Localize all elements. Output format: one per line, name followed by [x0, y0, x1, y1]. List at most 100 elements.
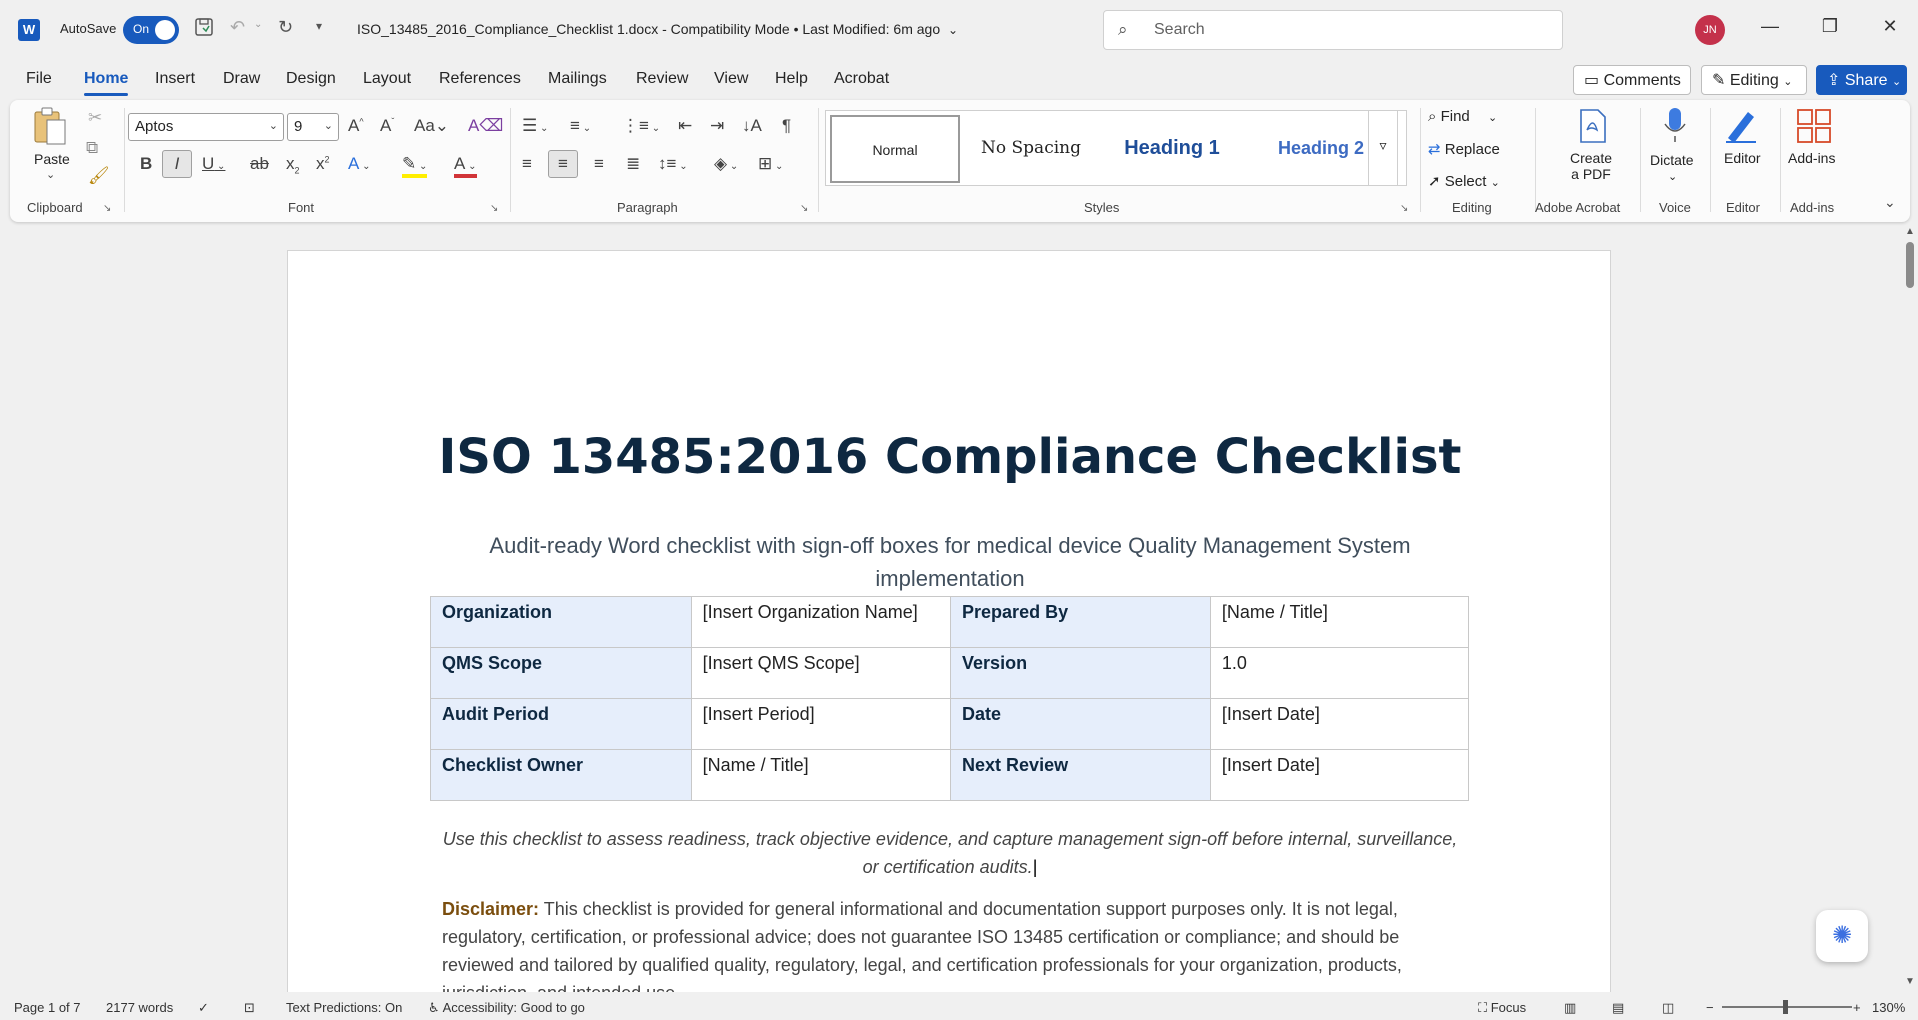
print-layout-icon[interactable]: ▤ [1612, 1000, 1624, 1016]
change-case-icon[interactable]: Aa⌄ [414, 116, 449, 136]
text-effects-icon[interactable]: A ⌄ [348, 154, 371, 174]
bold-icon[interactable]: B [140, 154, 152, 174]
font-name-box[interactable]: Aptos ⌄ [128, 113, 284, 141]
tab-view[interactable]: View [714, 70, 748, 88]
accessibility-status[interactable]: ♿ Accessibility: Good to go [428, 1000, 585, 1016]
tab-home[interactable]: Home [84, 70, 129, 96]
cut-icon[interactable]: ✂ [88, 108, 102, 128]
font-size-box[interactable]: 9 ⌄ [287, 113, 339, 141]
web-layout-icon[interactable]: ◫ [1662, 1000, 1674, 1016]
font-color-icon[interactable]: A ⌄ [454, 154, 477, 178]
create-pdf-icon[interactable] [1578, 108, 1608, 149]
add-ins-label[interactable]: Add-ins [1788, 150, 1835, 166]
tab-review[interactable]: Review [636, 70, 688, 88]
table-value-cell[interactable]: [Insert Date] [1209, 698, 1470, 750]
editor-label[interactable]: Editor [1724, 150, 1761, 166]
borders-icon[interactable]: ⊞ ⌄ [758, 154, 783, 174]
dialog-launcher-icon[interactable]: ↘ [490, 203, 498, 214]
minimize-icon[interactable]: — [1755, 16, 1785, 37]
table-value-cell[interactable]: [Name / Title] [690, 749, 952, 801]
style-no-spacing[interactable]: No Spacing [966, 115, 1096, 183]
multilevel-list-icon[interactable]: ⋮≡ ⌄ [622, 116, 660, 136]
italic-icon[interactable]: I [162, 150, 192, 178]
add-ins-icon[interactable] [1796, 108, 1832, 149]
dictate-label[interactable]: Dictate [1650, 152, 1694, 168]
grow-font-icon[interactable]: A^ [348, 116, 364, 136]
table-value-cell[interactable]: [Insert Period] [690, 698, 952, 750]
style-heading-1[interactable]: Heading 1 [1102, 115, 1242, 183]
shrink-font-icon[interactable]: Aˇ [380, 116, 394, 136]
close-icon[interactable]: ✕ [1875, 16, 1905, 37]
dialog-launcher-icon[interactable]: ↘ [1400, 203, 1408, 214]
document-canvas[interactable]: ISO 13485:2016 Compliance Checklist Audi… [0, 226, 1900, 992]
zoom-level[interactable]: 130% [1872, 1000, 1905, 1015]
proofing-icon[interactable]: ✓ [198, 1000, 209, 1016]
decrease-indent-icon[interactable]: ⇤ [678, 116, 692, 136]
create-pdf-label[interactable]: Create a PDF [1566, 150, 1616, 182]
undo-dropdown-icon[interactable]: ⌄ [254, 19, 262, 30]
table-label-cell[interactable]: Prepared By [950, 596, 1211, 648]
format-painter-icon[interactable]: 🖌 [88, 166, 110, 186]
editor-icon[interactable] [1722, 106, 1762, 151]
intro-note[interactable]: Use this checklist to assess readiness, … [438, 825, 1462, 881]
show-formatting-icon[interactable]: ¶ [782, 116, 791, 136]
tab-draw[interactable]: Draw [223, 70, 260, 88]
table-label-cell[interactable]: Date [950, 698, 1211, 750]
paste-icon[interactable] [32, 106, 68, 151]
tab-acrobat[interactable]: Acrobat [834, 70, 889, 88]
clear-formatting-icon[interactable]: A⌫ [468, 116, 503, 136]
restore-icon[interactable]: ❐ [1815, 16, 1845, 37]
paste-label[interactable]: Paste [34, 151, 70, 167]
undo-icon[interactable]: ↶ [230, 17, 245, 38]
chevron-down-icon[interactable]: ⌄ [1668, 170, 1677, 183]
justify-icon[interactable]: ≣ [626, 154, 640, 174]
macro-recording-icon[interactable]: ⊡ [244, 1000, 255, 1016]
align-right-icon[interactable]: ≡ [594, 154, 604, 174]
share-button[interactable]: ⇪ Share ⌄ [1816, 65, 1907, 95]
copilot-button[interactable]: ✺ [1816, 910, 1868, 962]
page-count[interactable]: Page 1 of 7 [14, 1000, 81, 1015]
select-button[interactable]: ➚ Select ⌄ [1428, 172, 1500, 190]
disclaimer-paragraph[interactable]: Disclaimer: This checklist is provided f… [442, 895, 1462, 992]
tab-references[interactable]: References [439, 70, 521, 88]
superscript-icon[interactable]: x2 [316, 154, 330, 174]
tab-design[interactable]: Design [286, 70, 336, 88]
table-value-cell[interactable]: [Name / Title] [1209, 596, 1470, 648]
increase-indent-icon[interactable]: ⇥ [710, 116, 724, 136]
chevron-down-icon[interactable]: ⌄ [46, 168, 55, 181]
underline-icon[interactable]: U ⌄ [202, 154, 225, 174]
comments-button[interactable]: ▭ Comments [1573, 65, 1691, 95]
zoom-out-icon[interactable]: − [1706, 1000, 1714, 1015]
table-value-cell[interactable]: [Insert QMS Scope] [690, 647, 952, 699]
scroll-down-icon[interactable]: ▼ [1905, 976, 1915, 987]
dialog-launcher-icon[interactable]: ↘ [800, 203, 808, 214]
editing-mode-button[interactable]: ✎ Editing ⌄ [1701, 65, 1807, 95]
align-left-icon[interactable]: ≡ [522, 154, 532, 174]
copy-icon[interactable]: ⧉ [86, 138, 98, 158]
tab-file[interactable]: File [26, 70, 52, 88]
subscript-icon[interactable]: x2 [286, 154, 300, 175]
table-label-cell[interactable]: Audit Period [430, 698, 692, 750]
numbering-icon[interactable]: ≡ ⌄ [570, 116, 591, 136]
autosave-toggle[interactable]: On [123, 16, 179, 44]
dialog-launcher-icon[interactable]: ↘ [103, 203, 111, 214]
sort-icon[interactable]: ↓A [742, 116, 762, 136]
table-value-cell[interactable]: [Insert Organization Name] [690, 596, 952, 648]
scroll-up-icon[interactable]: ▲ [1905, 226, 1915, 237]
text-predictions-status[interactable]: Text Predictions: On [286, 1000, 402, 1015]
tab-insert[interactable]: Insert [155, 70, 195, 88]
document-page[interactable]: ISO 13485:2016 Compliance Checklist Audi… [287, 250, 1611, 992]
style-normal[interactable]: Normal [830, 115, 960, 183]
table-label-cell[interactable]: Version [950, 647, 1211, 699]
tab-layout[interactable]: Layout [363, 70, 411, 88]
table-value-cell[interactable]: [Insert Date] [1209, 749, 1470, 801]
table-label-cell[interactable]: Checklist Owner [430, 749, 692, 801]
table-label-cell[interactable]: Next Review [950, 749, 1211, 801]
bullets-icon[interactable]: ☰ ⌄ [522, 116, 548, 136]
table-value-cell[interactable]: 1.0 [1209, 647, 1470, 699]
table-label-cell[interactable]: Organization [430, 596, 692, 648]
vertical-scrollbar[interactable]: ▲ ▼ [1902, 226, 1918, 992]
save-icon[interactable] [194, 17, 214, 42]
redo-icon[interactable]: ↻ [278, 17, 293, 38]
customize-toolbar-icon[interactable]: ▾ [316, 19, 322, 33]
